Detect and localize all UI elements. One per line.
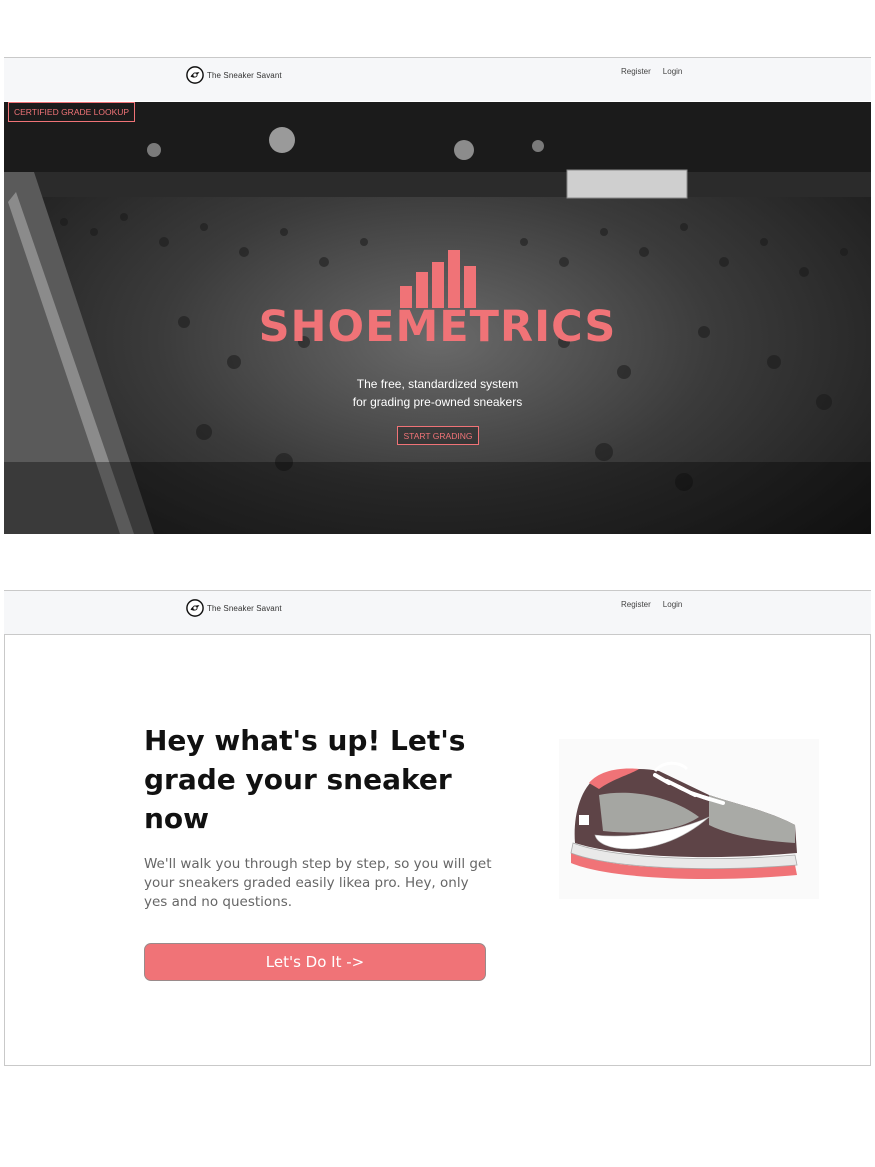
login-link[interactable]: Login — [663, 600, 683, 609]
brand[interactable]: The Sneaker Savant — [186, 598, 282, 618]
sneaker-illustration — [559, 739, 819, 899]
certified-grade-lookup-link[interactable]: CERTIFIED GRADE LOOKUP — [8, 102, 136, 122]
register-link[interactable]: Register — [621, 67, 651, 76]
brand-name: The Sneaker Savant — [207, 70, 282, 80]
hero-section: CERTIFIED GRADE LOOKUP SHOEMETRICS The f… — [4, 102, 871, 534]
grade-intro-card: Hey what's up! Let's grade your sneaker … — [4, 634, 871, 1066]
hero-title: SHOEMETRICS — [258, 302, 617, 352]
brand-name: The Sneaker Savant — [207, 603, 282, 613]
hero-subtitle: The free, standardized system for gradin… — [4, 375, 871, 411]
bar-chart-icon — [400, 250, 476, 308]
sneaker-savant-logo-icon — [186, 66, 204, 84]
lets-do-it-button[interactable]: Let's Do It -> — [144, 943, 486, 981]
grade-headline: Hey what's up! Let's grade your sneaker … — [144, 724, 466, 835]
top-nav-bar-2: The Sneaker Savant Register Login — [4, 590, 871, 634]
grade-description: We'll walk you through step by step, so … — [144, 856, 492, 910]
nav-links: Register Login — [621, 67, 682, 76]
hero-subtitle-line-2: for grading pre-owned sneakers — [352, 395, 523, 409]
nav-links: Register Login — [621, 600, 682, 609]
login-link[interactable]: Login — [663, 67, 683, 76]
hero-subtitle-line-1: The free, standardized system — [356, 377, 519, 391]
start-grading-button[interactable]: START GRADING — [397, 426, 479, 445]
brand[interactable]: The Sneaker Savant — [186, 65, 282, 85]
sneaker-savant-logo-icon — [186, 599, 204, 617]
top-nav-bar: The Sneaker Savant Register Login — [4, 57, 871, 101]
register-link[interactable]: Register — [621, 600, 651, 609]
